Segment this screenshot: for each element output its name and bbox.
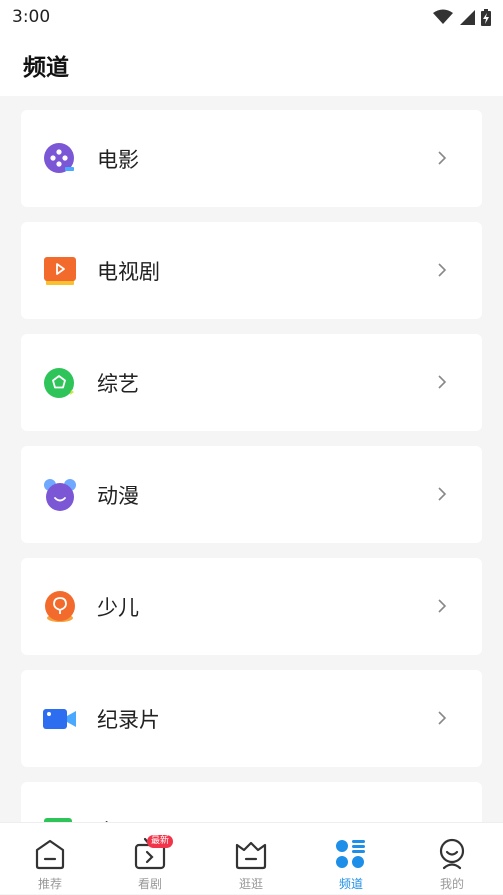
channel-item-movie[interactable]: 电影 <box>21 110 482 207</box>
channel-label: 少儿 <box>97 595 139 620</box>
nav-label: 推荐 <box>37 877 62 891</box>
chevron-right-icon <box>438 711 447 725</box>
new-badge: 最新 <box>147 835 174 848</box>
home-icon <box>33 837 67 871</box>
wifi-icon <box>433 9 453 24</box>
header: 频道 <box>0 34 503 96</box>
tv-play-icon <box>43 254 77 288</box>
battery-icon <box>481 8 491 26</box>
channel-list[interactable]: 电影 电视剧 综艺 动漫 少儿 纪录片 <box>0 96 503 822</box>
bottom-nav: 推荐 最新 看剧 逛逛 频道 我的 <box>0 822 503 894</box>
page-title: 频道 <box>23 55 69 81</box>
nav-label: 看剧 <box>137 877 162 891</box>
variety-pentagon-icon <box>43 366 77 400</box>
channel-label: 动漫 <box>97 483 139 508</box>
chevron-right-icon <box>438 263 447 277</box>
channel-item-topic[interactable]: 专题 <box>21 782 482 822</box>
channel-item-anime[interactable]: 动漫 <box>21 446 482 543</box>
profile-icon <box>435 837 469 871</box>
kids-balloon-icon <box>43 590 77 624</box>
status-time: 3:00 <box>12 7 51 27</box>
nav-item-browse[interactable]: 逛逛 <box>201 823 301 895</box>
channel-label: 综艺 <box>97 371 139 396</box>
chevron-right-icon <box>438 487 447 501</box>
channel-item-documentary[interactable]: 纪录片 <box>21 670 482 767</box>
status-icons <box>433 8 491 26</box>
channel-label: 纪录片 <box>97 707 160 732</box>
nav-item-recommend[interactable]: 推荐 <box>0 823 100 895</box>
chevron-right-icon <box>438 599 447 613</box>
tv-icon: 最新 <box>133 835 174 871</box>
chevron-right-icon <box>438 375 447 389</box>
basket-icon <box>234 837 268 871</box>
nav-label: 我的 <box>439 877 464 891</box>
nav-label: 频道 <box>338 877 363 891</box>
channel-label: 电影 <box>97 147 139 172</box>
channel-item-tv-series[interactable]: 电视剧 <box>21 222 482 319</box>
status-bar: 3:00 <box>0 0 503 34</box>
channel-label: 电视剧 <box>97 259 160 284</box>
nav-label: 逛逛 <box>238 877 263 891</box>
grid-list-icon <box>334 837 368 871</box>
camera-icon <box>43 702 77 736</box>
signal-icon <box>460 10 475 25</box>
topic-icon <box>43 814 77 822</box>
nav-item-mine[interactable]: 我的 <box>402 823 502 895</box>
channel-item-kids[interactable]: 少儿 <box>21 558 482 655</box>
film-reel-icon <box>43 142 77 176</box>
nav-item-channel[interactable]: 频道 <box>301 823 401 895</box>
nav-item-watch[interactable]: 最新 看剧 <box>100 823 200 895</box>
chevron-right-icon <box>438 151 447 165</box>
channel-item-variety[interactable]: 综艺 <box>21 334 482 431</box>
bear-face-icon <box>43 478 77 512</box>
